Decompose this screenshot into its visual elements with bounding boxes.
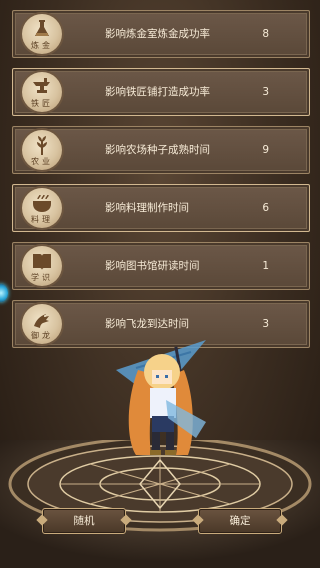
attribute-list: 炼金 影响炼金室炼金成功率 8 铁匠 影响铁匠铺打造成功率 3 农业 影响农场种…	[12, 10, 310, 358]
alchemy-flask-icon	[35, 20, 49, 36]
book-icon	[33, 254, 51, 270]
farming-emblem: 农业	[22, 130, 62, 170]
anvil-icon	[33, 78, 50, 93]
emblem-caption: 料理	[31, 215, 53, 224]
library-emblem: 学识	[22, 246, 62, 286]
attribute-value: 1	[262, 260, 269, 272]
emblem-caption: 学识	[31, 273, 53, 282]
attribute-value: 3	[262, 318, 269, 330]
cooking-pot-icon	[33, 194, 51, 212]
attribute-label: 影响图书馆研读时间	[105, 260, 200, 272]
cooking-emblem: 料理	[22, 188, 62, 228]
attribute-value: 3	[262, 86, 269, 98]
attribute-row-alchemy[interactable]: 炼金 影响炼金室炼金成功率 8	[12, 10, 310, 58]
attribute-label: 影响料理制作时间	[105, 202, 189, 214]
random-button[interactable]: 随机	[42, 508, 126, 534]
attribute-row-blacksmith[interactable]: 铁匠 影响铁匠铺打造成功率 3	[12, 68, 310, 116]
emblem-caption: 铁匠	[31, 99, 53, 108]
dragon-emblem: 御龙	[22, 304, 62, 344]
attribute-label: 影响铁匠铺打造成功率	[105, 86, 210, 98]
attribute-value: 6	[262, 202, 269, 214]
emblem-caption: 农业	[31, 157, 53, 166]
confirm-button[interactable]: 确定	[198, 508, 282, 534]
wheat-icon	[37, 136, 47, 155]
attribute-value: 9	[262, 144, 269, 156]
side-gem-icon[interactable]	[0, 284, 8, 302]
attribute-row-cooking[interactable]: 料理 影响料理制作时间 6	[12, 184, 310, 232]
emblem-caption: 御龙	[31, 331, 53, 340]
dragon-icon	[34, 314, 49, 328]
blacksmith-emblem: 铁匠	[22, 72, 62, 112]
attribute-row-farming[interactable]: 农业 影响农场种子成熟时间 9	[12, 126, 310, 174]
attribute-label: 影响农场种子成熟时间	[105, 144, 210, 156]
attribute-row-library[interactable]: 学识 影响图书馆研读时间 1	[12, 242, 310, 290]
alchemy-emblem: 炼金	[22, 14, 62, 54]
attribute-label: 影响炼金室炼金成功率	[105, 28, 210, 40]
hero-character	[116, 340, 206, 455]
attribute-value: 8	[262, 28, 269, 40]
emblem-caption: 炼金	[31, 41, 53, 50]
